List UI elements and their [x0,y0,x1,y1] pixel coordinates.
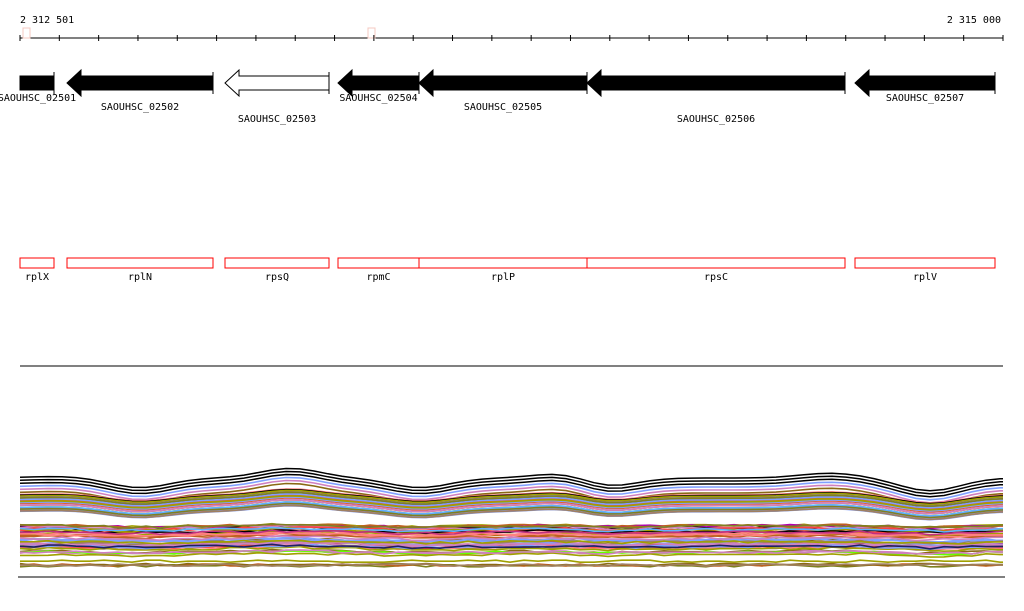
gene-label: SAOUHSC_02502 [101,102,179,113]
gene-name-box[interactable] [66,257,214,269]
gene-label: SAOUHSC_02504 [339,93,417,104]
coordinate-ruler: 2 312 501 2 315 000 [19,15,1004,41]
ruler-start-label: 2 312 501 [20,15,74,26]
gene-name-label: rplN [128,272,152,283]
gene-name-label: rplP [491,272,515,283]
gene-name-rplP[interactable]: rplP [418,257,588,283]
gene-name-rpmC[interactable]: rpmC [337,257,420,283]
coverage-track [19,467,1003,568]
gene-label: SAOUHSC_02501 [0,93,76,104]
gene-saouhsc_02506[interactable]: SAOUHSC_02506 [586,68,846,125]
gene-name-rpsC[interactable]: rpsC [586,257,846,283]
gene-label: SAOUHSC_02506 [677,114,755,125]
gene-name-label: rplX [25,272,49,283]
gene-name-box[interactable] [854,257,996,269]
gene-name-box[interactable] [418,257,588,269]
gene-name-label: rpmC [366,272,390,283]
gene-arrow[interactable] [418,68,588,98]
genome-browser-view: 2 312 501 2 315 000 SAOUHSC_02501SAOUHSC… [0,15,1005,578]
gene-name-label: rpsQ [265,272,289,283]
gene-saouhsc_02502[interactable]: SAOUHSC_02502 [66,68,214,113]
gene-name-label: rpsC [704,272,728,283]
gene-arrow[interactable] [19,75,55,91]
gene-label: SAOUHSC_02507 [886,93,964,104]
gene-arrow[interactable] [586,68,846,98]
gene-track: SAOUHSC_02501 SAOUHSC_02502 SAOUHSC_02503 S… [0,68,996,125]
gene-name-rplX[interactable]: rplX [19,257,55,283]
gene-saouhsc_02501[interactable]: SAOUHSC_02501 [0,72,76,104]
gene-name-label: rplV [913,272,937,283]
gene-name-rplN[interactable]: rplN [66,257,214,283]
coverage-line [20,559,1003,564]
gene-name-box[interactable] [337,257,420,269]
gene-arrow[interactable] [66,68,214,98]
gene-name-box[interactable] [586,257,846,269]
gene-saouhsc_02505[interactable]: SAOUHSC_02505 [418,68,588,113]
gene-label: SAOUHSC_02503 [238,114,316,125]
gene-label: SAOUHSC_02505 [464,102,542,113]
gene-name-box[interactable] [19,257,55,269]
gene-saouhsc_02504[interactable]: SAOUHSC_02504 [337,68,420,104]
ruler-end-label: 2 315 000 [947,15,1001,26]
gene-name-track: rplX rplN rpsQ rpmC rplP rpsC rplV [19,257,996,283]
gene-saouhsc_02503[interactable]: SAOUHSC_02503 [224,68,330,125]
gene-name-box[interactable] [224,257,330,269]
gene-saouhsc_02507[interactable]: SAOUHSC_02507 [854,68,996,104]
gene-name-rpsQ[interactable]: rpsQ [224,257,330,283]
ruler-marker-start[interactable] [22,27,31,39]
gene-name-rplV[interactable]: rplV [854,257,996,283]
gene-arrow[interactable] [224,68,330,98]
